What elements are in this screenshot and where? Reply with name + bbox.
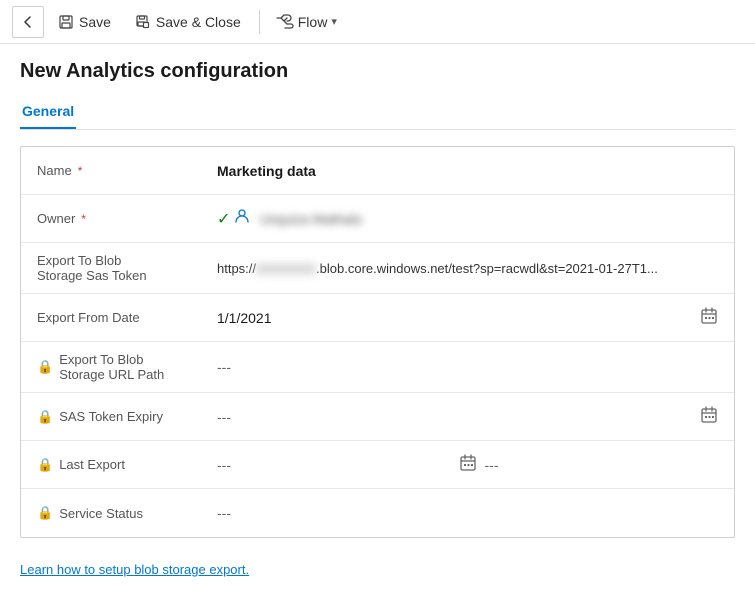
blob-sas-label: Export To Blob Storage Sas Token bbox=[37, 253, 217, 283]
service-status-label: 🔒 Service Status bbox=[37, 505, 217, 521]
toolbar-divider bbox=[259, 10, 260, 34]
name-value: Marketing data bbox=[217, 163, 718, 179]
blob-sas-row: Export To Blob Storage Sas Token https:/… bbox=[21, 243, 734, 294]
check-icon: ✓ bbox=[217, 209, 230, 229]
tab-general[interactable]: General bbox=[20, 95, 76, 129]
learn-link[interactable]: Learn how to setup blob storage export. bbox=[20, 562, 249, 577]
service-status-row: 🔒 Service Status --- bbox=[21, 489, 734, 537]
save-label: Save bbox=[79, 14, 111, 30]
export-date-label: Export From Date bbox=[37, 310, 217, 325]
export-url-row: 🔒 Export To Blob Storage URL Path --- bbox=[21, 342, 734, 393]
export-url-value: --- bbox=[217, 359, 718, 375]
last-export-row: 🔒 Last Export --- --- bbox=[21, 441, 734, 489]
back-icon bbox=[21, 15, 35, 29]
lock-icon-url: 🔒 bbox=[37, 359, 53, 375]
toolbar: Save Save & Close Flow ▾ bbox=[0, 0, 755, 44]
sas-expiry-label: 🔒 SAS Token Expiry bbox=[37, 409, 217, 425]
page-content: New Analytics configuration General Name… bbox=[0, 44, 755, 593]
last-export-value1: --- bbox=[217, 457, 451, 473]
lock-icon-last-export: 🔒 bbox=[37, 457, 53, 473]
name-label: Name * bbox=[37, 163, 217, 178]
learn-link-container: Learn how to setup blob storage export. bbox=[20, 550, 735, 577]
required-star: * bbox=[78, 164, 83, 178]
flow-button[interactable]: Flow ▾ bbox=[268, 9, 345, 35]
service-status-value: --- bbox=[217, 505, 718, 521]
form-card: Name * Marketing data Owner * ✓ bbox=[20, 146, 735, 538]
flow-label: Flow bbox=[298, 14, 328, 30]
back-button[interactable] bbox=[12, 6, 44, 38]
last-export-value2: --- bbox=[485, 457, 719, 473]
export-date-calendar-icon[interactable] bbox=[700, 307, 718, 328]
owner-required-star: * bbox=[81, 212, 86, 226]
blob-sas-value: https://.blob.core.windows.net/test?sp=r… bbox=[217, 261, 718, 276]
person-icon bbox=[234, 208, 250, 229]
owner-value: ✓ Urquiza Mathalo bbox=[217, 208, 718, 229]
export-date-value: 1/1/2021 bbox=[217, 310, 700, 326]
last-export-calendar-icon[interactable] bbox=[459, 454, 477, 475]
sas-expiry-value: --- bbox=[217, 409, 700, 425]
sas-expiry-row: 🔒 SAS Token Expiry --- bbox=[21, 393, 734, 441]
owner-icons: ✓ bbox=[217, 208, 250, 229]
flow-icon bbox=[276, 14, 294, 30]
save-close-icon bbox=[135, 14, 151, 30]
owner-label: Owner * bbox=[37, 211, 217, 226]
lock-icon-sas: 🔒 bbox=[37, 409, 53, 425]
save-icon bbox=[58, 14, 74, 30]
name-row: Name * Marketing data bbox=[21, 147, 734, 195]
owner-row: Owner * ✓ Urquiza Mathalo bbox=[21, 195, 734, 243]
owner-name: Urquiza Mathalo bbox=[260, 211, 362, 227]
save-close-button[interactable]: Save & Close bbox=[125, 9, 251, 35]
tabs: General bbox=[20, 95, 735, 130]
page-title: New Analytics configuration bbox=[20, 60, 735, 83]
lock-icon-service: 🔒 bbox=[37, 505, 53, 521]
save-button[interactable]: Save bbox=[48, 9, 121, 35]
export-url-label: 🔒 Export To Blob Storage URL Path bbox=[37, 352, 217, 382]
last-export-label: 🔒 Last Export bbox=[37, 457, 217, 473]
save-close-label: Save & Close bbox=[156, 14, 241, 30]
export-date-row: Export From Date 1/1/2021 bbox=[21, 294, 734, 342]
flow-dropdown-arrow: ▾ bbox=[331, 15, 337, 28]
sas-expiry-calendar-icon[interactable] bbox=[700, 406, 718, 427]
